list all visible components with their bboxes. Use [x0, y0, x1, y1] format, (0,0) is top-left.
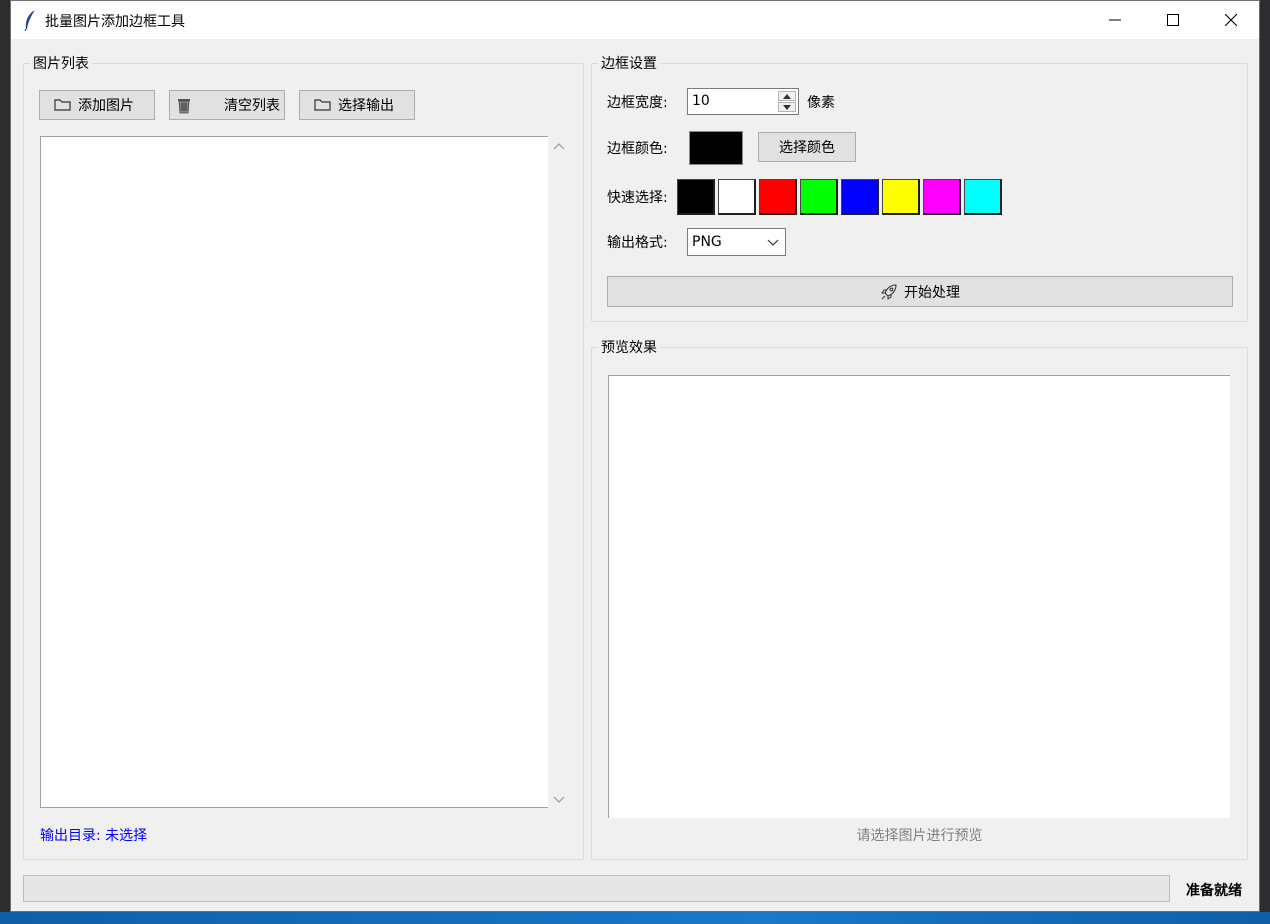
choose-color-label: 选择颜色 [779, 140, 835, 156]
border-width-label: 边框宽度: [607, 95, 668, 111]
rocket-icon [881, 283, 897, 300]
spin-up-button[interactable] [778, 91, 796, 101]
add-images-button[interactable]: 添加图片 [39, 90, 155, 120]
preview-placeholder: 请选择图片进行预览 [856, 828, 983, 844]
status-text: 准备就绪 [1186, 883, 1242, 899]
taskbar-strip [0, 912, 1270, 924]
quick-select-label: 快速选择: [607, 190, 668, 206]
output-dir-label: 输出目录: 未选择 [40, 828, 148, 844]
folder-icon [54, 99, 71, 111]
close-button[interactable] [1202, 1, 1260, 39]
window-title: 批量图片添加边框工具 [45, 14, 185, 30]
scroll-down-arrow-icon[interactable] [552, 792, 566, 806]
quick-color-swatch[interactable] [964, 179, 1002, 215]
feather-icon [24, 10, 35, 31]
quick-color-swatch[interactable] [841, 179, 879, 215]
close-icon [1225, 14, 1237, 26]
border-width-spinbox[interactable]: 10 [687, 88, 799, 115]
clear-list-button[interactable]: 清空列表 [169, 90, 285, 120]
image-list-title: 图片列表 [33, 56, 89, 72]
arrow-up-icon [783, 93, 791, 99]
output-format-label: 输出格式: [607, 235, 668, 251]
start-processing-label: 开始处理 [904, 284, 960, 301]
quick-color-swatch[interactable] [718, 179, 756, 215]
current-color-swatch [689, 131, 743, 165]
chevron-down-icon [767, 239, 779, 246]
clear-list-label: 清空列表 [224, 98, 280, 114]
output-format-select[interactable]: PNG [687, 228, 786, 256]
quick-color-swatch[interactable] [923, 179, 961, 215]
select-output-label: 选择输出 [338, 98, 394, 114]
border-width-unit: 像素 [807, 95, 835, 111]
quick-color-swatch[interactable] [759, 179, 797, 215]
image-listbox[interactable] [40, 136, 548, 808]
quick-color-swatch[interactable] [800, 179, 838, 215]
minimize-icon [1109, 19, 1121, 21]
start-processing-button[interactable]: 开始处理 [607, 276, 1233, 307]
output-format-value: PNG [692, 234, 722, 250]
border-width-value: 10 [692, 93, 710, 109]
select-output-button[interactable]: 选择输出 [299, 90, 415, 120]
border-color-label: 边框颜色: [607, 141, 668, 157]
minimize-button[interactable] [1086, 1, 1144, 39]
progress-bar [23, 875, 1170, 902]
background-left-strip [0, 0, 10, 924]
trash-icon [178, 99, 190, 114]
spin-down-button[interactable] [778, 102, 796, 112]
scroll-up-arrow-icon[interactable] [552, 140, 566, 154]
quick-color-swatch[interactable] [882, 179, 920, 215]
background-right-strip [1260, 0, 1270, 924]
preview-title: 预览效果 [601, 340, 657, 356]
arrow-down-icon [783, 104, 791, 110]
add-images-label: 添加图片 [78, 98, 134, 114]
title-bar[interactable]: 批量图片添加边框工具 [11, 1, 1259, 39]
choose-color-button[interactable]: 选择颜色 [758, 132, 856, 162]
folder-icon [314, 99, 331, 111]
preview-canvas [608, 375, 1230, 818]
maximize-icon [1167, 14, 1179, 26]
maximize-button[interactable] [1144, 1, 1202, 39]
app-window: 批量图片添加边框工具 图片列表 添加图片 清空列表 选择输出 输出目录: 未选择… [10, 0, 1260, 912]
quick-color-swatch[interactable] [677, 179, 715, 215]
border-settings-title: 边框设置 [601, 56, 657, 72]
